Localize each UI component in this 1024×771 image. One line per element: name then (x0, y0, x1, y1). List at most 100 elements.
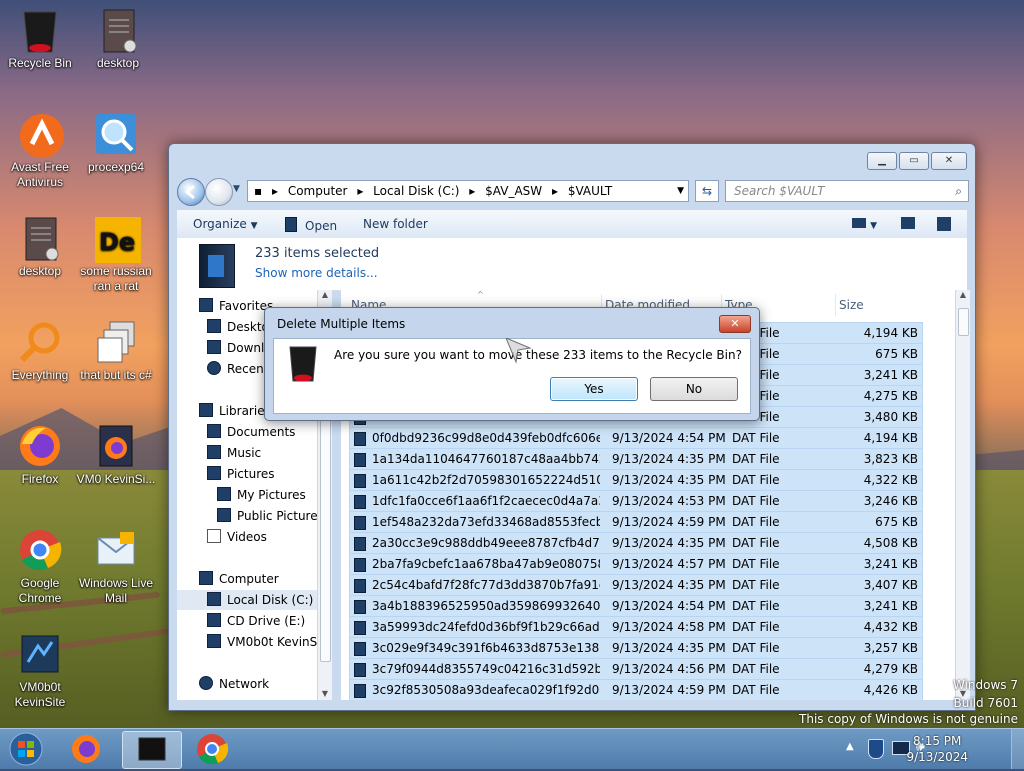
desktop-icon-desktop-2[interactable]: desktop (0, 216, 80, 279)
breadcrumb-computer[interactable]: Computer (288, 184, 348, 198)
nav-cd-drive[interactable]: CD Drive (E:) (207, 611, 305, 631)
desktop-icon-vm0-kevinsi[interactable]: VM0 KevinSi... (76, 424, 156, 487)
desktop-icon-some-russian[interactable]: De some russian ran a rat (76, 216, 156, 294)
selection-thumbnail-icon (199, 244, 235, 288)
file-scroll-thumb[interactable] (958, 308, 969, 336)
show-desktop-button[interactable] (1011, 729, 1024, 769)
file-scrollbar[interactable]: ▲ ▼ (955, 290, 970, 700)
icon-label: Firefox (21, 472, 59, 486)
desktop-icon-google-chrome[interactable]: Google Chrome (0, 528, 80, 606)
file-row[interactable]: 1a611c42b2f2d70598301652224d51023384... 9… (349, 469, 923, 492)
nav-computer[interactable]: Computer (199, 569, 279, 589)
file-name: 2a30cc3e9c988ddb49eee8787cfb4d70363... (372, 536, 600, 550)
desktop-icon-recycle-bin[interactable]: Recycle Bin (0, 8, 80, 71)
breadcrumb-local-disk[interactable]: Local Disk (C:) (373, 184, 459, 198)
file-size: 675 KB (875, 347, 918, 361)
show-more-details-link[interactable]: Show more details... (255, 266, 378, 280)
folder-icon: ▪ (254, 184, 263, 198)
nav-local-disk[interactable]: Local Disk (C:) (177, 590, 325, 610)
breadcrumb-av-asw[interactable]: $AV_ASW (485, 184, 542, 198)
organize-button[interactable]: Organize ▼ (193, 217, 258, 231)
refresh-button[interactable]: ⇆ (695, 180, 719, 202)
cd-drive-icon (207, 613, 221, 627)
file-row[interactable]: 1ef548a232da73efd33468ad8553fecb3299... 9… (349, 511, 923, 534)
desktop-icon-desktop[interactable]: desktop (78, 8, 158, 71)
file-row[interactable]: 1dfc1fa0cce6f1aa6f1f2caecec0d4a7a3203...… (349, 490, 923, 513)
file-row[interactable]: 3c029e9f349c391f6b4633d8753e13816ddf... 9… (349, 637, 923, 660)
breadcrumb-vault[interactable]: $VAULT (568, 184, 612, 198)
nav-documents[interactable]: Documents (207, 422, 295, 442)
file-row[interactable]: 2a30cc3e9c988ddb49eee8787cfb4d70363... 9/… (349, 532, 923, 555)
file-row[interactable]: 0f0dbd9236c99d8e0d439feb0dfc606ec69... 9/… (349, 427, 923, 450)
nav-videos[interactable]: Videos (207, 527, 267, 547)
open-button[interactable]: Open (285, 217, 337, 233)
file-row[interactable]: 2ba7fa9cbefc1aa678ba47ab9e08075808d8... 9… (349, 553, 923, 576)
file-row[interactable]: 3c92f8530508a93deafeca029f1f92d0c048c...… (349, 679, 923, 700)
desktop-icon-vm0b0t-kevinsite[interactable]: VM0b0t KevinSite (0, 632, 80, 710)
preview-pane-button[interactable] (901, 217, 915, 232)
scroll-down-icon[interactable]: ▼ (318, 689, 332, 698)
no-button[interactable]: No (650, 377, 738, 401)
nav-public-pictures[interactable]: Public Pictures (217, 506, 324, 526)
taskbar-explorer[interactable] (122, 731, 182, 769)
view-icon (852, 218, 867, 228)
action-center-icon[interactable] (868, 739, 884, 759)
file-date: 9/13/2024 4:35 PM (612, 536, 726, 550)
file-name: 2ba7fa9cbefc1aa678ba47ab9e08075808d8... (372, 557, 600, 571)
taskbar-chrome[interactable] (190, 731, 234, 767)
dialog-close-button[interactable]: ✕ (719, 315, 751, 333)
show-hidden-icons-button[interactable]: ▲ (846, 741, 854, 752)
address-bar[interactable]: ▪ ▸ Computer ▸ Local Disk (C:) ▸ $AV_ASW… (247, 180, 689, 202)
scroll-up-icon[interactable]: ▲ (318, 290, 332, 299)
file-row[interactable]: 1a134da1104647760187c48aa4bb742e7c3... 9/… (349, 448, 923, 471)
nav-my-pictures[interactable]: My Pictures (217, 485, 306, 505)
desktop-icon-firefox[interactable]: Firefox (0, 424, 80, 487)
change-view-button[interactable]: ▼ (852, 217, 877, 231)
downloads-icon (207, 340, 221, 354)
maximize-button[interactable]: ▭ (899, 152, 929, 170)
new-folder-button[interactable]: New folder (363, 217, 428, 231)
desktop-icon-procexp64[interactable]: procexp64 (76, 112, 156, 175)
file-name: 1ef548a232da73efd33468ad8553fecb3299... (372, 515, 600, 529)
file-row[interactable]: 2c54c4bafd7f28fc77d3dd3870b7fa91e383... 9… (349, 574, 923, 597)
file-name: 3c79f0944d8355749c04216c31d592b3d86... (372, 662, 600, 676)
recycle-bin-icon (288, 345, 318, 388)
nav-favorites[interactable]: Favorites (199, 296, 273, 316)
file-row[interactable]: 3c79f0944d8355749c04216c31d592b3d86... 9/… (349, 658, 923, 681)
desktop-icon-windows-live-mail[interactable]: Windows Live Mail (76, 528, 156, 606)
taskbar-firefox[interactable] (64, 731, 108, 767)
clock[interactable]: 8:15 PM 9/13/2024 (906, 733, 968, 765)
nav-network[interactable]: Network (199, 674, 269, 694)
desktop-icon-everything[interactable]: Everything (0, 320, 80, 383)
mouse-cursor-icon (505, 337, 532, 367)
start-button[interactable] (6, 731, 50, 767)
desktop-icon-that-but-its-c[interactable]: that but its c# (76, 320, 156, 383)
minimize-button[interactable]: ▁ (867, 152, 897, 170)
nav-label: VM0b0t KevinSite (227, 635, 326, 649)
yes-button[interactable]: Yes (550, 377, 638, 401)
close-window-button[interactable]: ✕ (931, 152, 967, 170)
recent-pages-dropdown[interactable]: ▼ (233, 184, 240, 194)
desktop-icon-avast[interactable]: Avast Free Antivirus (0, 112, 80, 190)
column-header-size[interactable]: Size (837, 294, 917, 316)
file-date: 9/13/2024 4:54 PM (612, 599, 726, 613)
file-type: DAT File (732, 683, 780, 697)
clock-date: 9/13/2024 (906, 750, 968, 764)
file-row[interactable]: 3a4b188396525950ad359869932640b1d2d... 9/… (349, 595, 923, 618)
icon-label: Avast Free Antivirus (11, 160, 69, 189)
file-row[interactable]: 3a59993dc24fefd0d36bf9f1b29c66ad8541... 9… (349, 616, 923, 639)
nav-libraries[interactable]: Libraries (199, 401, 271, 421)
file-size: 3,241 KB (863, 557, 918, 571)
nav-pictures[interactable]: Pictures (207, 464, 275, 484)
svg-text:De: De (99, 228, 135, 256)
search-input[interactable]: Search $VAULT ⌕ (725, 180, 969, 202)
nav-vm0b0t[interactable]: VM0b0t KevinSite (207, 632, 326, 652)
help-button[interactable] (937, 217, 951, 234)
back-button[interactable] (177, 178, 205, 206)
address-dropdown-icon[interactable]: ▼ (677, 181, 684, 201)
document-icon (96, 8, 140, 53)
forward-button[interactable] (205, 178, 233, 206)
chevron-down-icon: ▼ (250, 221, 258, 231)
nav-music[interactable]: Music (207, 443, 261, 463)
scroll-up-icon[interactable]: ▲ (956, 290, 970, 299)
